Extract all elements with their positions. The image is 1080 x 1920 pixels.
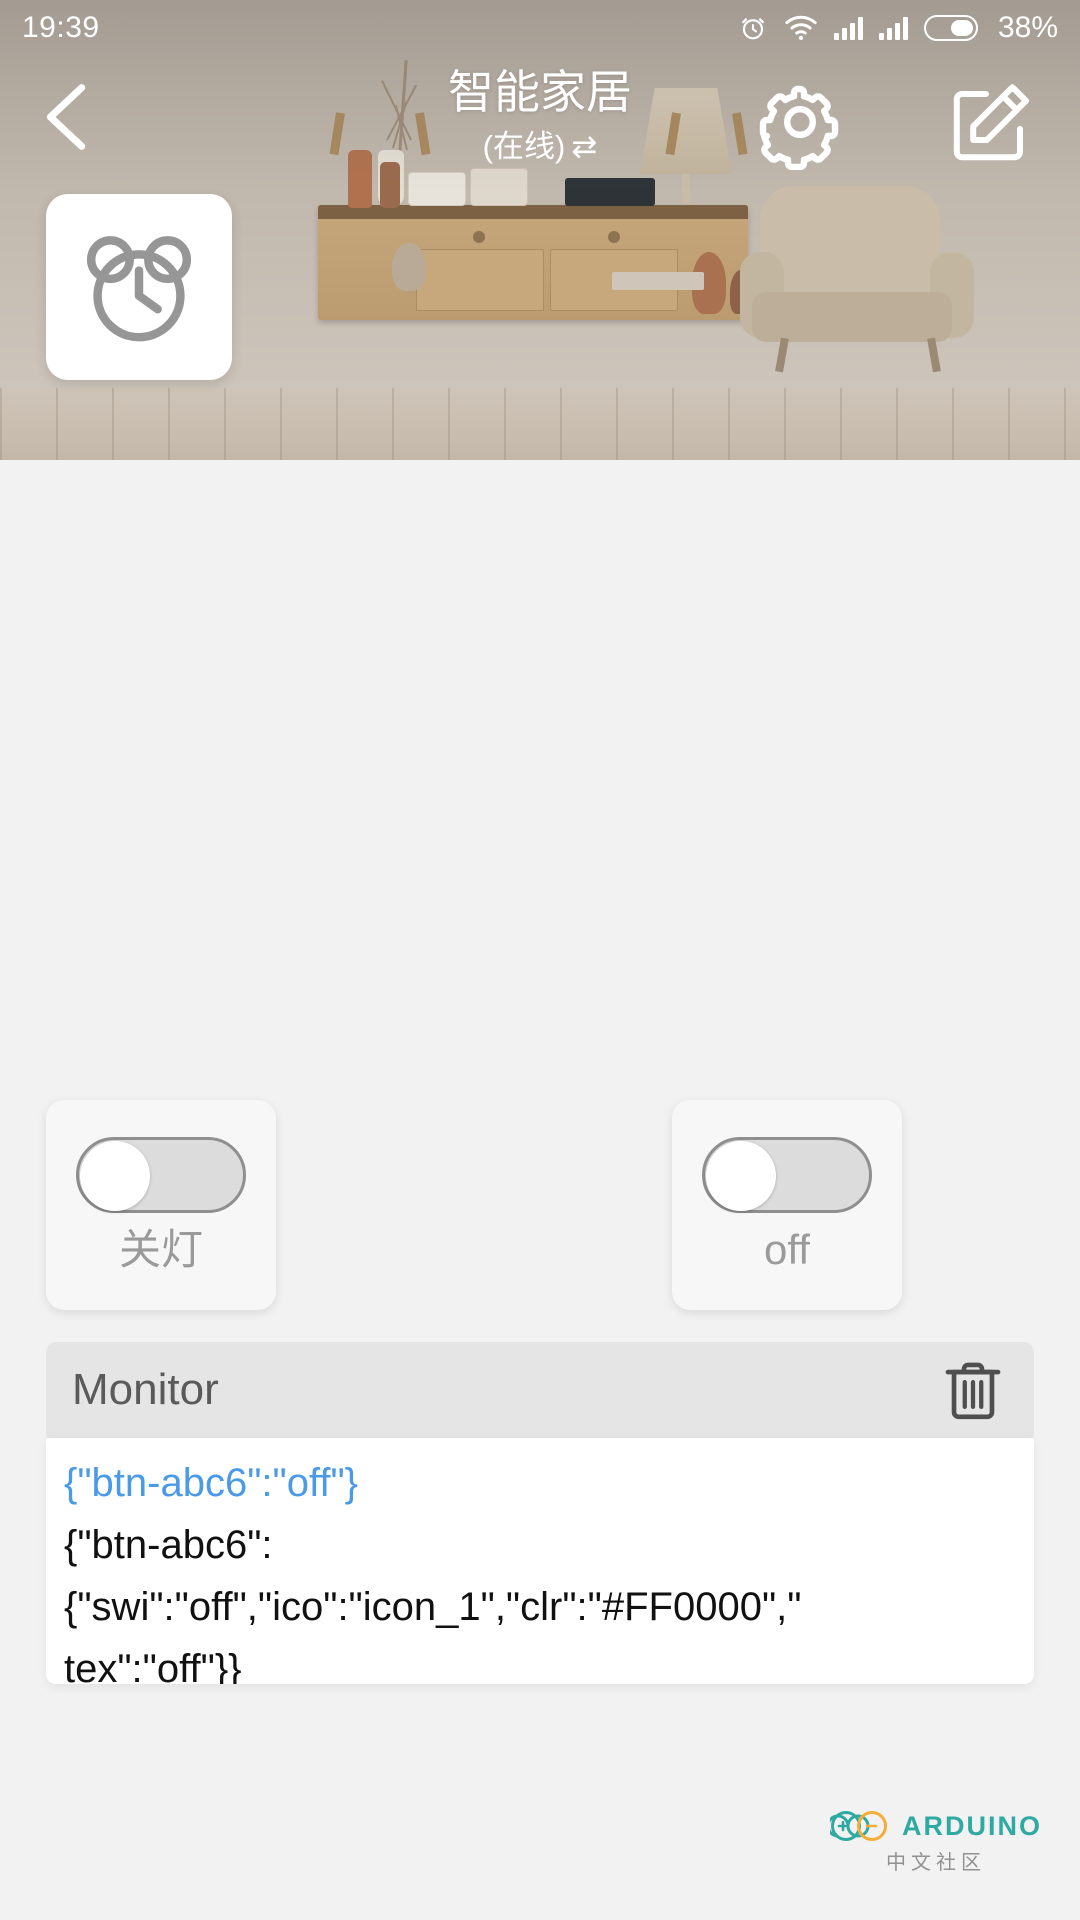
edit-button[interactable] xyxy=(944,74,1040,170)
connection-status: (在线) ⇄ xyxy=(0,128,1080,166)
monitor-title: Monitor xyxy=(72,1365,219,1414)
arduino-infinity-icon xyxy=(830,1811,887,1841)
page-title: 智能家居 xyxy=(448,66,632,118)
switch-label-right: off xyxy=(764,1226,810,1273)
clear-monitor-button[interactable] xyxy=(938,1353,1008,1427)
watermark-subtitle: 中文社区 xyxy=(886,1852,986,1874)
watermark-row: ARDUINO xyxy=(830,1808,1042,1844)
toggle-knob xyxy=(80,1141,150,1211)
toggle-switch-icon[interactable] xyxy=(76,1137,246,1213)
settings-button[interactable] xyxy=(752,74,848,171)
chevron-left-icon xyxy=(46,84,86,150)
monitor-log-line: {"btn-abc6": xyxy=(64,1523,273,1567)
battery-percent: 38% xyxy=(997,11,1058,44)
gear-icon xyxy=(759,85,839,171)
monitor-log-line: {"btn-abc6":"off"} xyxy=(64,1461,359,1505)
signal-icon xyxy=(878,16,908,40)
switch-label-left: 关灯 xyxy=(118,1226,203,1273)
monitor-log[interactable]: {"btn-abc6":"off"} {"btn-abc6": {"swi":"… xyxy=(46,1438,1034,1684)
switch-card-right[interactable]: off xyxy=(672,1100,902,1310)
monitor-log-line: {"swi":"off","ico":"icon_1","clr":"#FF00… xyxy=(64,1585,802,1629)
connection-status-label: (在线) xyxy=(482,129,566,164)
monitor-header: Monitor xyxy=(46,1342,1034,1438)
monitor-log-line: tex":"off"}} xyxy=(64,1647,242,1684)
trash-icon xyxy=(945,1362,1001,1420)
edit-pencil-icon xyxy=(953,84,1029,161)
watermark: ARDUINO 中文社区 xyxy=(826,1808,1046,1900)
toggle-switch-icon[interactable] xyxy=(702,1137,872,1213)
battery-icon xyxy=(923,15,978,41)
back-button[interactable] xyxy=(28,74,108,160)
alarm-clock-icon xyxy=(86,236,192,342)
signal-icon xyxy=(833,16,863,40)
app-root: 19:39 38% 智能家居 (在线) ⇄ 关灯 off Monitor {"b… xyxy=(0,0,1080,1920)
alarm-widget-card[interactable] xyxy=(46,194,232,380)
switch-card-left[interactable]: 关灯 xyxy=(46,1100,276,1310)
watermark-brand: ARDUINO xyxy=(902,1810,1042,1841)
status-bar: 19:39 38% xyxy=(0,0,1080,56)
wifi-icon xyxy=(785,15,817,41)
exchange-icon: ⇄ xyxy=(571,129,598,164)
app-header: 智能家居 (在线) ⇄ xyxy=(0,56,1080,176)
alarm-icon xyxy=(742,18,764,40)
toggle-knob xyxy=(706,1141,776,1211)
status-icons: 38% xyxy=(738,11,1058,45)
header-title-block: 智能家居 (在线) ⇄ xyxy=(0,56,1080,166)
status-time: 19:39 xyxy=(22,11,100,44)
